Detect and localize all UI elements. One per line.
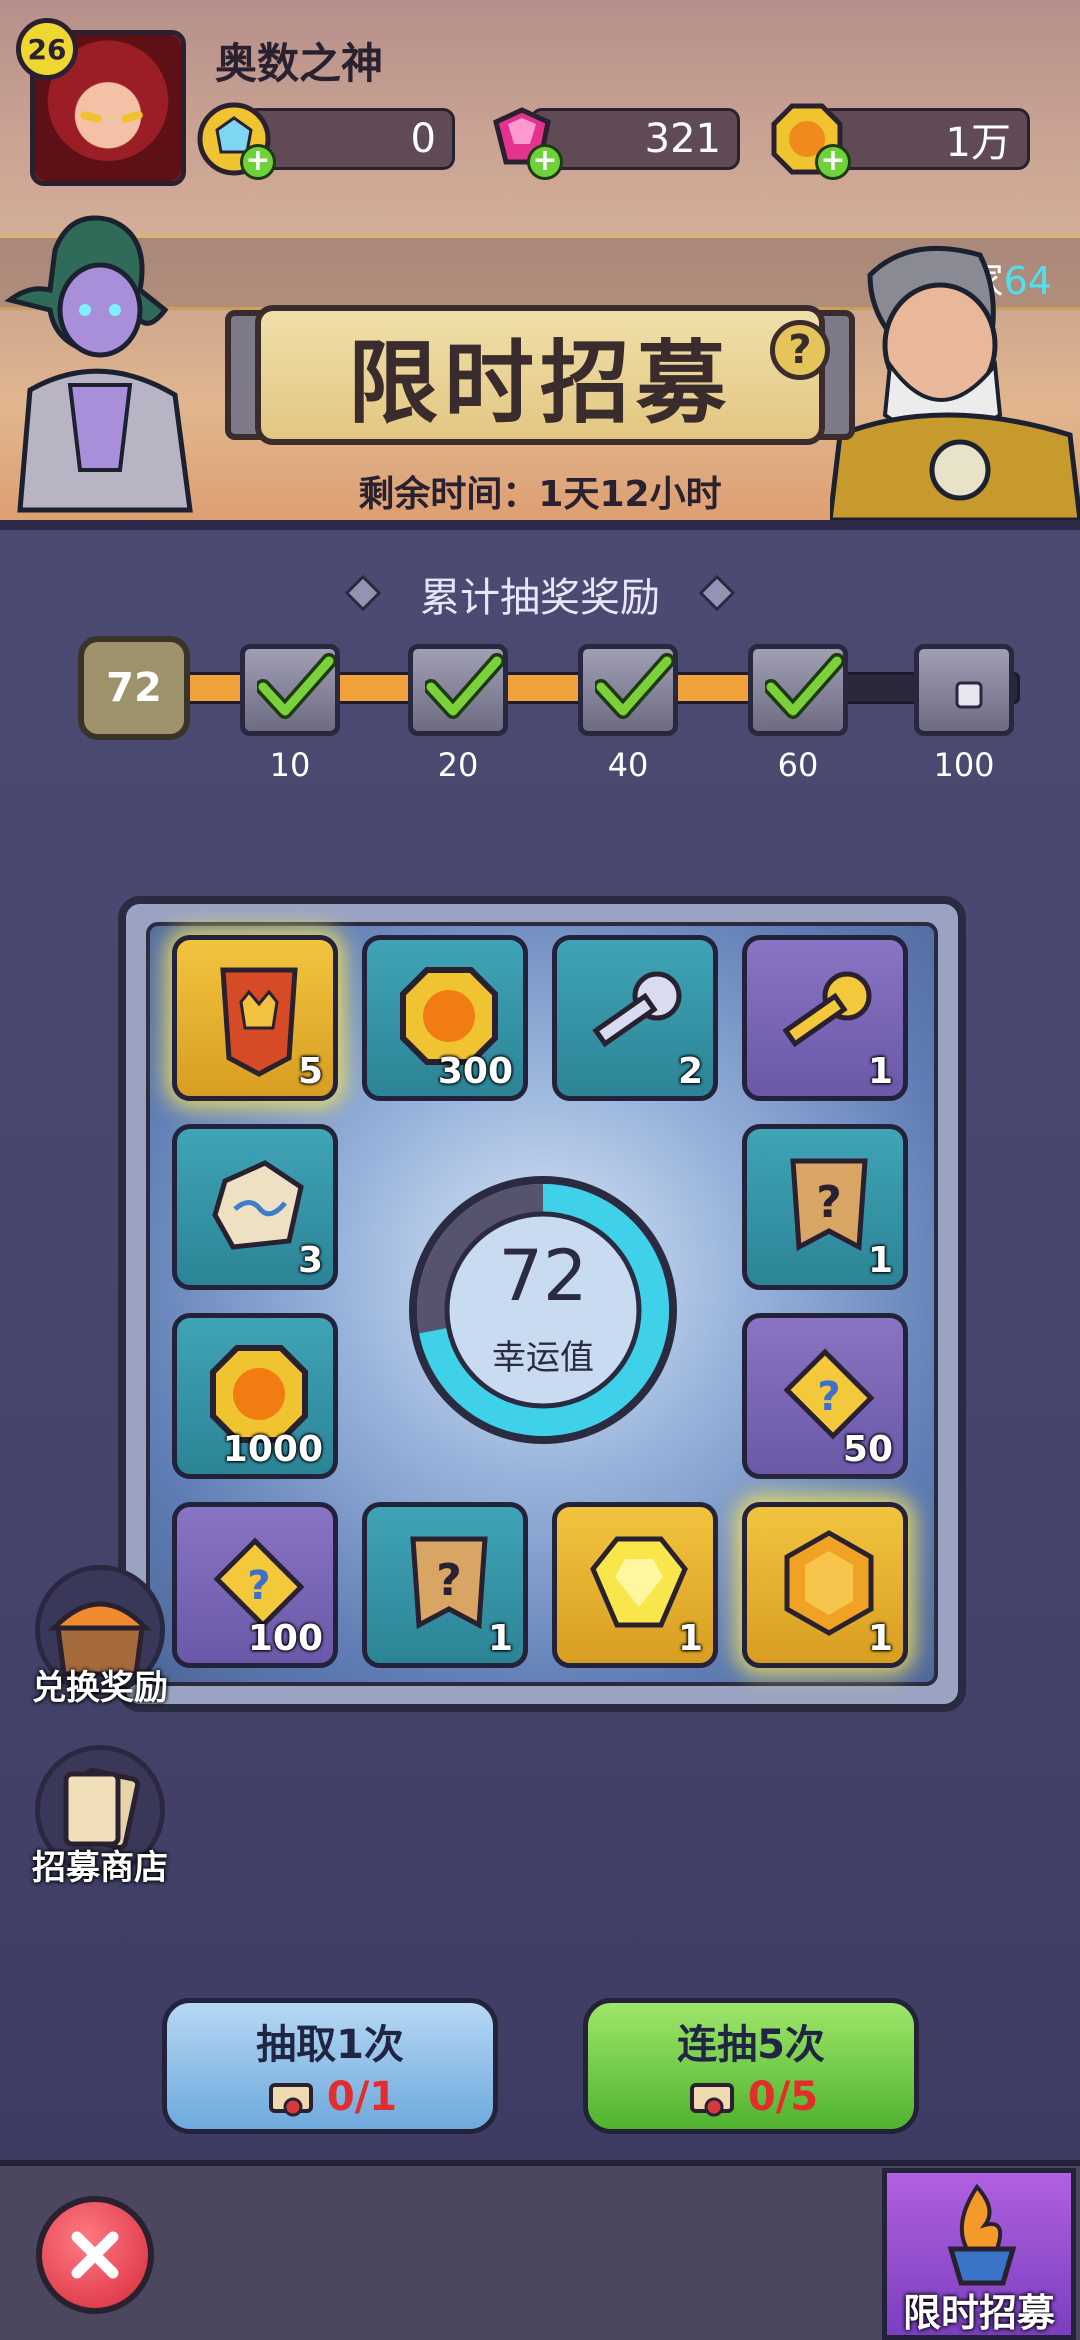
gold-key-icon xyxy=(782,971,872,1048)
reward-tile-gold-key[interactable]: 1 xyxy=(742,935,908,1101)
milestone-chest-40[interactable] xyxy=(578,644,678,736)
reward-tile-rank-card[interactable]: 5 xyxy=(172,935,338,1101)
reward-count: 1 xyxy=(677,1618,703,1659)
milestone-label: 40 xyxy=(607,746,649,784)
gold-coin-value: 1万 xyxy=(945,120,1011,166)
blue-coin-counter: 0 xyxy=(245,108,455,170)
reward-count: 1000 xyxy=(222,1429,323,1470)
reward-tile-mystery-banner[interactable]: ? 1 xyxy=(362,1502,528,1668)
milestone-chest-100[interactable] xyxy=(914,644,1014,736)
luck-value: 72 xyxy=(498,1235,588,1317)
scroll-ticket-icon xyxy=(689,2083,734,2117)
draw-once-button[interactable]: 抽取1次 0/1 xyxy=(162,1998,498,2134)
reward-tile-yellow-gem[interactable]: 1 xyxy=(552,1502,718,1668)
rank-card-icon xyxy=(220,967,298,1077)
yellow-gem-icon xyxy=(590,1536,688,1628)
check-icon xyxy=(765,653,843,719)
blue-coin-value: 0 xyxy=(410,116,436,162)
add-gold-coin-button[interactable]: + xyxy=(815,144,851,180)
milestone-chest-60[interactable] xyxy=(748,644,848,736)
help-button[interactable]: ? xyxy=(770,320,830,380)
reward-count: 3 xyxy=(297,1240,323,1281)
milestone-label: 20 xyxy=(437,746,479,784)
brazier-icon xyxy=(947,2183,1017,2286)
mystery-banner-icon: ? xyxy=(790,1158,868,1252)
milestone-label: 100 xyxy=(933,746,995,784)
scroll-ticket-icon xyxy=(268,2083,313,2117)
reward-tile-gold-coin[interactable]: 1000 xyxy=(172,1313,338,1479)
milestone-label: 10 xyxy=(269,746,311,784)
check-icon xyxy=(257,653,335,719)
reward-count: 1 xyxy=(867,1618,893,1659)
reward-tile-silver-key[interactable]: 2 xyxy=(552,935,718,1101)
reward-count: 1 xyxy=(867,1240,893,1281)
milestone-label: 60 xyxy=(777,746,819,784)
reward-count: 1 xyxy=(487,1618,513,1659)
close-icon xyxy=(71,2231,119,2279)
check-icon xyxy=(595,653,673,719)
rune-stone-icon xyxy=(212,1160,304,1250)
progress-count-badge: 72 xyxy=(78,636,190,740)
svg-text:?: ? xyxy=(436,1555,462,1606)
reward-tile-gold-coin[interactable]: 300 xyxy=(362,935,528,1101)
mystery-banner-icon: ? xyxy=(410,1536,488,1630)
draw-five-label: 连抽5次 xyxy=(677,2022,825,2068)
reward-tile-orange-gem[interactable]: 1 xyxy=(742,1502,908,1668)
svg-text:?: ? xyxy=(817,1374,840,1420)
cumulative-reward-title: 累计抽奖奖励 xyxy=(420,575,660,621)
pink-gem-value: 321 xyxy=(644,116,721,162)
reward-tile-mystery-puzzle[interactable]: ? 100 xyxy=(172,1502,338,1668)
event-title: 限时招募 xyxy=(255,305,825,445)
reward-count: 1 xyxy=(867,1051,893,1092)
player-name: 奥数之神 xyxy=(215,39,384,88)
draw-once-cost: 0/1 xyxy=(326,2074,398,2120)
draw-five-button[interactable]: 连抽5次 0/5 xyxy=(583,1998,919,2134)
reward-count: 2 xyxy=(677,1051,703,1092)
exchange-reward-label[interactable]: 兑换奖励 xyxy=(0,1660,200,1709)
limited-recruit-tab-label[interactable]: 限时招募 xyxy=(882,2282,1076,2337)
add-blue-coin-button[interactable]: + xyxy=(240,144,276,180)
silver-key-icon xyxy=(592,971,682,1048)
remaining-time: 剩余时间：1天12小时 xyxy=(358,474,722,515)
reward-tile-rune-stone[interactable]: 3 xyxy=(172,1124,338,1290)
reward-count: 100 xyxy=(247,1618,323,1659)
check-icon xyxy=(425,653,503,719)
close-button[interactable] xyxy=(36,2196,154,2314)
svg-text:?: ? xyxy=(816,1177,842,1228)
draw-once-label: 抽取1次 xyxy=(256,2022,404,2068)
reward-count: 300 xyxy=(437,1051,513,1092)
reward-count: 50 xyxy=(842,1429,893,1470)
svg-text:?: ? xyxy=(247,1563,270,1609)
recruit-shop-label[interactable]: 招募商店 xyxy=(0,1840,200,1889)
milestone-chest-20[interactable] xyxy=(408,644,508,736)
reward-tile-mystery-banner[interactable]: ? 1 xyxy=(742,1124,908,1290)
reward-tile-mystery-puzzle[interactable]: ? 50 xyxy=(742,1313,908,1479)
draw-five-cost: 0/5 xyxy=(747,2074,819,2120)
milestone-chest-10[interactable] xyxy=(240,644,340,736)
reward-count: 5 xyxy=(297,1051,323,1092)
lock-icon xyxy=(955,681,983,709)
add-pink-gem-button[interactable]: + xyxy=(527,144,563,180)
level-badge: 26 xyxy=(16,18,78,80)
orange-gem-icon xyxy=(784,1530,874,1636)
luck-label: 幸运值 xyxy=(492,1338,594,1378)
